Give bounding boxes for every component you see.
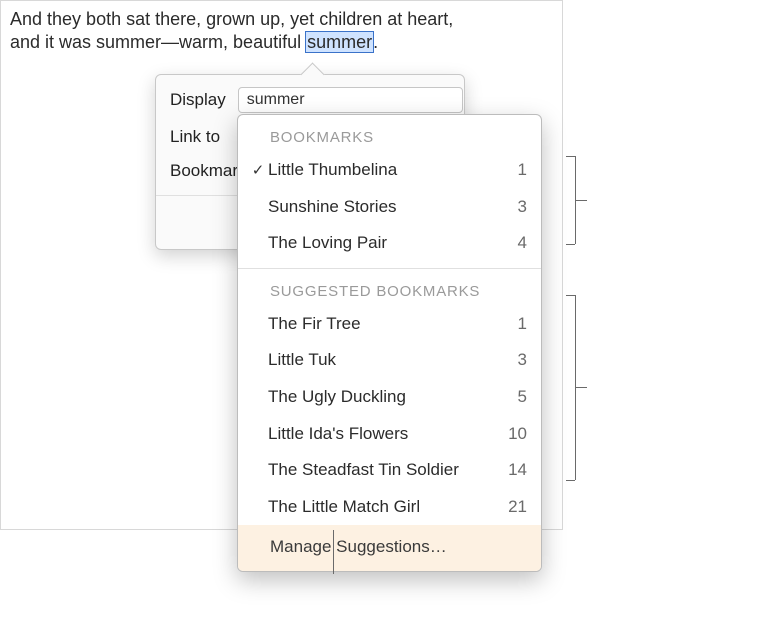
suggested-bookmark-item[interactable]: The Steadfast Tin Soldier 14	[238, 452, 541, 489]
callout-bracket-bookmarks-top	[566, 156, 575, 157]
bookmark-item-page: 1	[497, 155, 527, 186]
suggested-item-label: Little Ida's Flowers	[268, 419, 497, 450]
display-row: Display	[170, 87, 450, 113]
suggested-bookmark-item[interactable]: Little Ida's Flowers 10	[238, 416, 541, 453]
suggested-item-label: The Ugly Duckling	[268, 382, 497, 413]
suggested-bookmark-item[interactable]: The Ugly Duckling 5	[238, 379, 541, 416]
bookmark-item-page: 4	[497, 228, 527, 259]
check-icon: ✓	[248, 157, 268, 184]
display-label: Display	[170, 90, 226, 110]
manage-suggestions-button[interactable]: Manage Suggestions…	[238, 525, 541, 571]
bookmark-item-page: 3	[497, 192, 527, 223]
suggested-item-page: 21	[497, 492, 527, 523]
bookmark-item-label: Sunshine Stories	[268, 192, 497, 223]
document-paragraph: And they both sat there, grown up, yet c…	[10, 8, 550, 55]
suggested-item-page: 1	[497, 309, 527, 340]
doc-text-line2-post: .	[373, 32, 378, 52]
bookmark-item-label: The Loving Pair	[268, 228, 497, 259]
callout-bracket-bookmarks-lead	[575, 200, 587, 201]
suggested-item-page: 5	[497, 382, 527, 413]
bookmark-item[interactable]: ✓ Little Thumbelina 1	[238, 152, 541, 189]
callout-bracket-suggested-bot	[566, 480, 575, 481]
callout-bracket-bookmarks-bot	[566, 244, 575, 245]
bookmark-item[interactable]: Sunshine Stories 3	[238, 189, 541, 226]
callout-leader-manage	[333, 530, 334, 574]
suggested-item-page: 14	[497, 455, 527, 486]
suggested-bookmark-item[interactable]: Little Tuk 3	[238, 342, 541, 379]
suggested-item-label: The Steadfast Tin Soldier	[268, 455, 497, 486]
suggested-bookmark-item[interactable]: The Fir Tree 1	[238, 306, 541, 343]
suggested-item-label: The Fir Tree	[268, 309, 497, 340]
bookmark-item[interactable]: The Loving Pair 4	[238, 225, 541, 262]
suggested-bookmark-item[interactable]: The Little Match Girl 21	[238, 489, 541, 526]
link-highlight-word[interactable]: summer	[306, 32, 373, 52]
suggested-item-label: The Little Match Girl	[268, 492, 497, 523]
bookmark-dropdown: BOOKMARKS ✓ Little Thumbelina 1 Sunshine…	[237, 114, 542, 572]
suggested-item-page: 3	[497, 345, 527, 376]
doc-text-line1: And they both sat there, grown up, yet c…	[10, 9, 453, 29]
suggested-item-page: 10	[497, 419, 527, 450]
bookmarks-section-header: BOOKMARKS	[238, 115, 541, 152]
doc-text-line2-pre: and it was summer—warm, beautiful	[10, 32, 306, 52]
callout-bracket-suggested-top	[566, 295, 575, 296]
callout-bracket-suggested-lead	[575, 387, 587, 388]
suggested-item-label: Little Tuk	[268, 345, 497, 376]
display-input[interactable]	[238, 87, 463, 113]
bookmark-item-label: Little Thumbelina	[268, 155, 497, 186]
suggested-section-header: SUGGESTED BOOKMARKS	[238, 269, 541, 306]
